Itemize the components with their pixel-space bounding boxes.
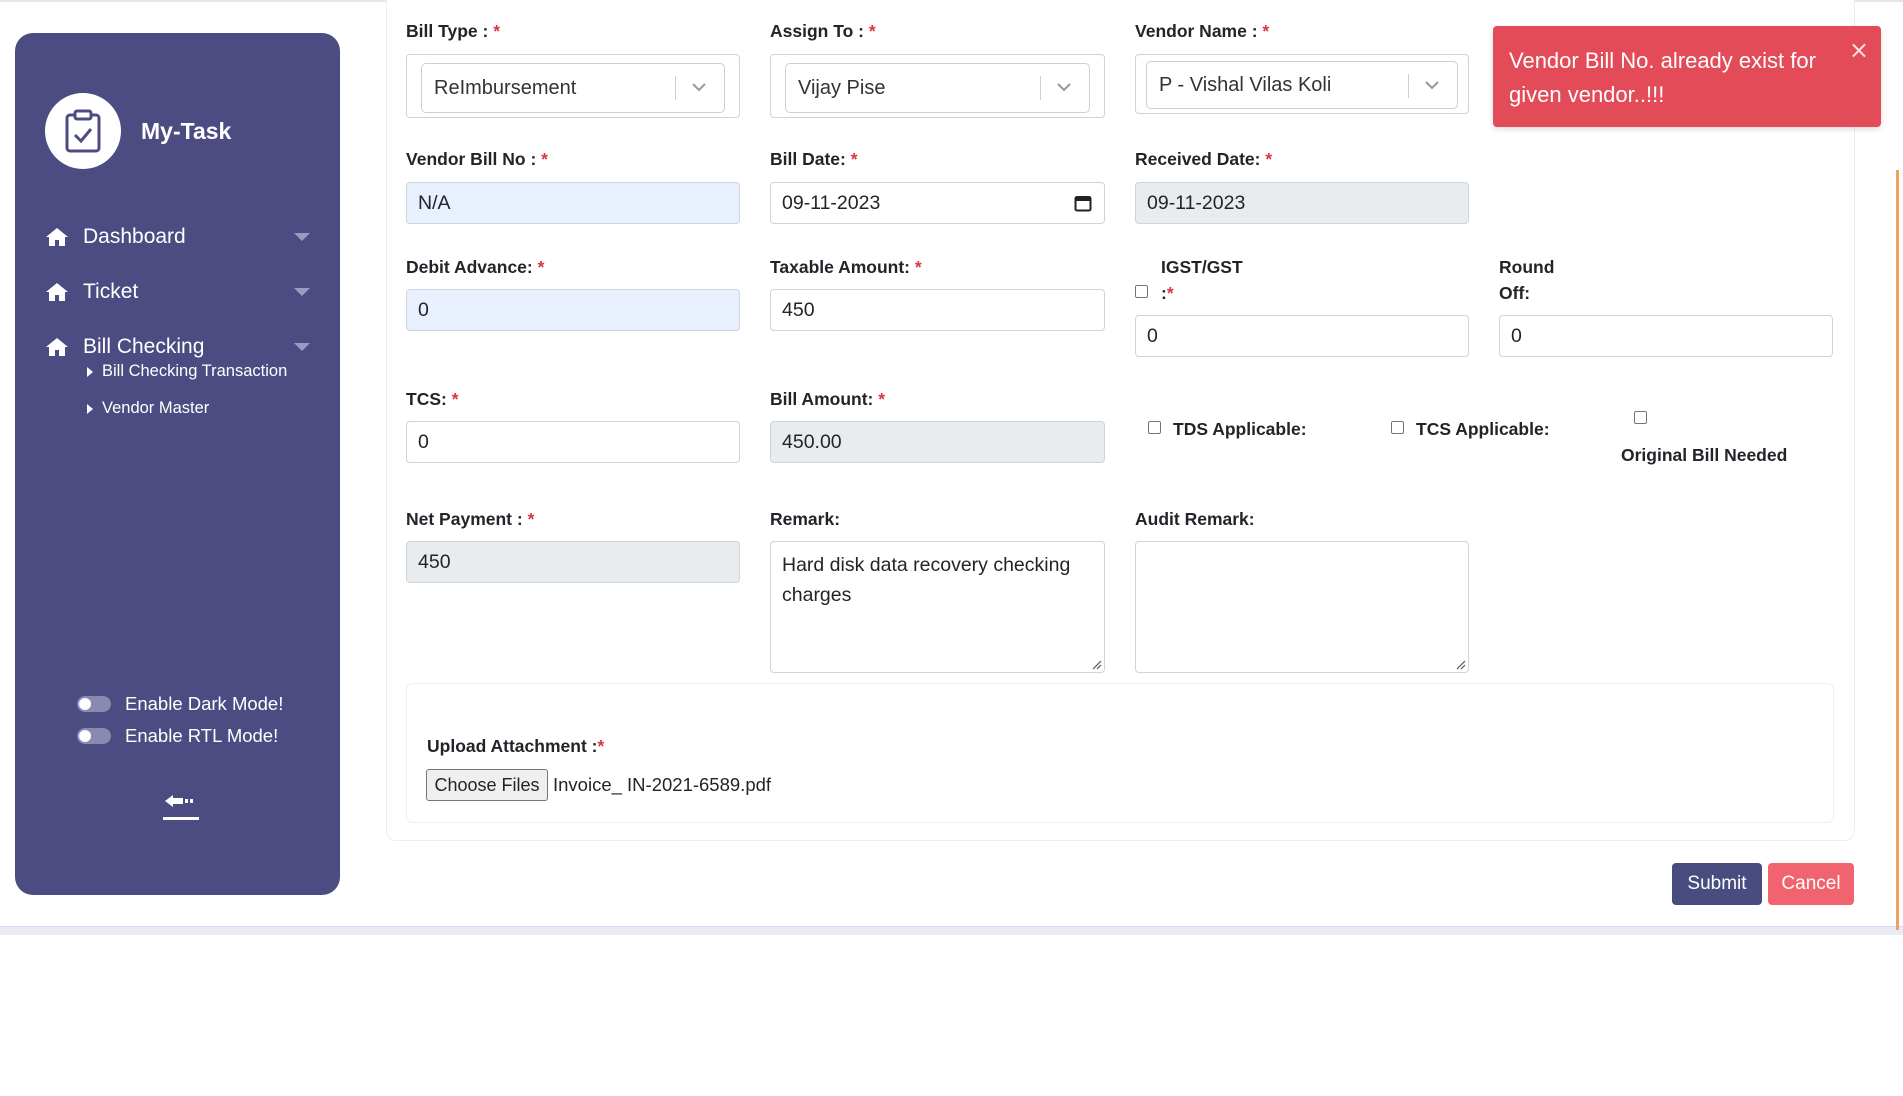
bill-type-label: Bill Type : * <box>406 21 501 41</box>
debit-advance-input[interactable]: 0 <box>406 289 740 331</box>
rtl-mode-toggle-row: Enable RTL Mode! <box>77 725 278 747</box>
assign-to-select[interactable]: Vijay Pise <box>785 63 1090 113</box>
bill-date-label: Bill Date: * <box>770 149 858 169</box>
igst-gst-label-line1: IGST/GST <box>1161 257 1243 277</box>
chevron-down-icon <box>1057 83 1071 92</box>
upload-section <box>406 683 1834 823</box>
original-bill-needed-checkbox[interactable] <box>1634 411 1647 424</box>
dark-mode-toggle-row: Enable Dark Mode! <box>77 693 283 715</box>
net-payment-label: Net Payment : * <box>406 509 535 529</box>
vendor-name-label: Vendor Name : * <box>1135 21 1270 41</box>
bill-date-value: 09-11-2023 <box>782 191 881 214</box>
select-separator <box>675 76 676 100</box>
error-toast: Vendor Bill No. already exist for given … <box>1493 26 1881 127</box>
select-separator <box>1408 74 1409 98</box>
assign-to-value: Vijay Pise <box>798 76 886 99</box>
taxable-amount-input[interactable]: 450 <box>770 289 1105 331</box>
sidebar-item-dashboard[interactable]: Dashboard <box>45 217 310 257</box>
arrow-left-icon <box>155 795 199 820</box>
dark-mode-toggle[interactable] <box>77 696 111 712</box>
bill-type-select[interactable]: ReImbursement <box>421 63 725 113</box>
round-off-input[interactable]: 0 <box>1499 315 1833 357</box>
resize-grip-icon[interactable] <box>1456 660 1466 670</box>
remark-textarea[interactable]: Hard disk data recovery checking charges <box>770 541 1105 673</box>
submit-button[interactable]: Submit <box>1672 863 1762 905</box>
home-icon <box>45 281 69 303</box>
igst-gst-checkbox[interactable] <box>1135 285 1148 298</box>
chevron-down-icon <box>1425 81 1439 90</box>
debit-advance-label: Debit Advance: * <box>406 257 545 277</box>
vendor-bill-no-input[interactable]: N/A <box>406 182 740 224</box>
resize-grip-icon[interactable] <box>1092 660 1102 670</box>
brand[interactable]: My-Task <box>45 93 231 169</box>
remark-value: Hard disk data recovery checking charges <box>782 554 1071 606</box>
tcs-label: TCS: * <box>406 389 459 409</box>
assign-to-field: Vijay Pise <box>770 54 1105 118</box>
remark-label: Remark: <box>770 509 841 529</box>
home-icon <box>45 336 69 358</box>
tds-applicable-label: TDS Applicable: <box>1173 419 1307 439</box>
caret-down-icon <box>294 288 310 296</box>
igst-gst-label-line2: :* <box>1161 283 1174 303</box>
caret-right-icon <box>87 366 93 377</box>
tcs-applicable-label: TCS Applicable: <box>1416 419 1550 439</box>
selected-file-name: Invoice_ IN-2021-6589.pdf <box>553 774 772 795</box>
caret-down-icon <box>294 343 310 351</box>
cancel-button[interactable]: Cancel <box>1768 863 1854 905</box>
sidebar-subitem-label: Vendor Master <box>102 399 210 417</box>
vendor-name-select[interactable]: P - Vishal Vilas Koli <box>1146 61 1458 109</box>
original-bill-needed-label: Original Bill Needed <box>1621 445 1788 465</box>
received-date-label: Received Date: * <box>1135 149 1273 169</box>
igst-gst-input[interactable]: 0 <box>1135 315 1469 357</box>
vendor-bill-no-label: Vendor Bill No : * <box>406 149 548 169</box>
received-date-input[interactable]: 09-11-2023 <box>1135 182 1469 224</box>
tcs-input[interactable]: 0 <box>406 421 740 463</box>
bill-amount-input[interactable]: 450.00 <box>770 421 1105 463</box>
close-icon[interactable]: × <box>1849 36 1869 64</box>
collapse-sidebar-button[interactable] <box>155 783 203 823</box>
audit-remark-textarea[interactable] <box>1135 541 1469 673</box>
sidebar-item-label: Bill Checking <box>83 335 205 358</box>
select-separator <box>1040 76 1041 100</box>
rtl-mode-toggle[interactable] <box>77 728 111 744</box>
sidebar: My-Task Dashboard Ticket Bill Checking B… <box>15 33 340 895</box>
calendar-icon[interactable] <box>1074 194 1092 212</box>
bill-type-field: ReImbursement <box>406 54 740 118</box>
net-payment-input[interactable]: 450 <box>406 541 740 583</box>
tds-applicable-checkbox[interactable] <box>1148 421 1161 434</box>
assign-to-label: Assign To : * <box>770 21 876 41</box>
sidebar-subitem-label: Bill Checking Transaction <box>102 362 288 380</box>
brand-name: My-Task <box>141 117 232 144</box>
taxable-amount-label: Taxable Amount: * <box>770 257 922 277</box>
sidebar-item-bill-checking[interactable]: Bill Checking <box>45 327 310 367</box>
chevron-down-icon <box>692 83 706 92</box>
sidebar-subitem-bill-checking-transaction[interactable]: Bill Checking Transaction <box>87 362 287 381</box>
scrollbar[interactable] <box>1896 170 1899 930</box>
bill-type-value: ReImbursement <box>434 76 577 99</box>
sidebar-item-ticket[interactable]: Ticket <box>45 272 310 312</box>
bill-amount-label: Bill Amount: * <box>770 389 886 409</box>
vendor-name-field: P - Vishal Vilas Koli <box>1135 54 1469 114</box>
toast-message: Vendor Bill No. already exist for given … <box>1509 48 1816 107</box>
bill-date-input[interactable]: 09-11-2023 <box>770 182 1105 224</box>
sidebar-subitem-vendor-master[interactable]: Vendor Master <box>87 399 209 418</box>
round-off-label-line1: Round <box>1499 257 1555 277</box>
rtl-mode-label: Enable RTL Mode! <box>125 725 279 746</box>
upload-attachment-label: Upload Attachment :* <box>427 736 605 756</box>
sidebar-item-label: Dashboard <box>83 225 186 248</box>
caret-right-icon <box>87 403 93 414</box>
tcs-applicable-checkbox[interactable] <box>1391 421 1404 434</box>
clipboard-check-icon <box>45 93 121 169</box>
round-off-label-line2: Off: <box>1499 283 1531 303</box>
sidebar-item-label: Ticket <box>83 280 139 303</box>
choose-files-button[interactable]: Choose Files <box>426 769 548 801</box>
dark-mode-label: Enable Dark Mode! <box>125 693 284 714</box>
audit-remark-label: Audit Remark: <box>1135 509 1255 529</box>
vendor-name-value: P - Vishal Vilas Koli <box>1159 73 1332 96</box>
home-icon <box>45 226 69 248</box>
footer-divider <box>0 926 1903 935</box>
caret-down-icon <box>294 233 310 241</box>
